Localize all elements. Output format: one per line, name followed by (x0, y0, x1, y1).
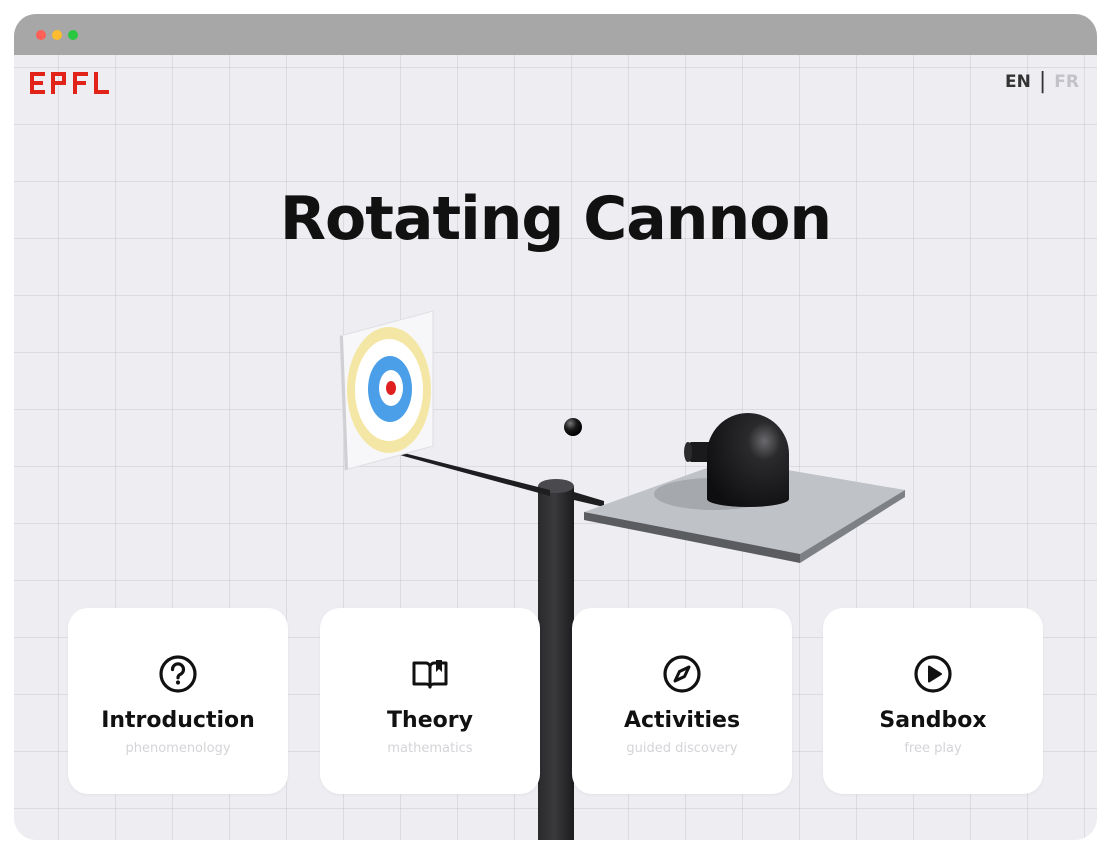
card-introduction[interactable]: Introduction phenomenology (68, 608, 288, 794)
card-subtitle: guided discovery (626, 741, 738, 756)
card-subtitle: free play (904, 741, 962, 756)
navigation-cards: Introduction phenomenology Theory mathem… (68, 608, 1043, 796)
compass-icon (663, 655, 701, 693)
card-theory[interactable]: Theory mathematics (320, 608, 540, 794)
open-book-icon (412, 660, 448, 689)
card-title: Activities (623, 708, 741, 733)
card-title: Introduction (101, 708, 255, 733)
card-title: Sandbox (879, 708, 987, 733)
cannonball (564, 418, 582, 436)
question-circle-icon (159, 655, 197, 693)
play-circle-icon (914, 655, 952, 693)
app-window: EN | FR Rotating Cannon Introduction phe… (14, 14, 1097, 840)
card-subtitle: mathematics (387, 741, 473, 756)
card-title: Theory (387, 708, 473, 733)
target (339, 310, 434, 471)
card-subtitle: phenomenology (125, 741, 231, 756)
card-activities[interactable]: Activities guided discovery (572, 608, 792, 794)
card-sandbox[interactable]: Sandbox free play (823, 608, 1043, 794)
